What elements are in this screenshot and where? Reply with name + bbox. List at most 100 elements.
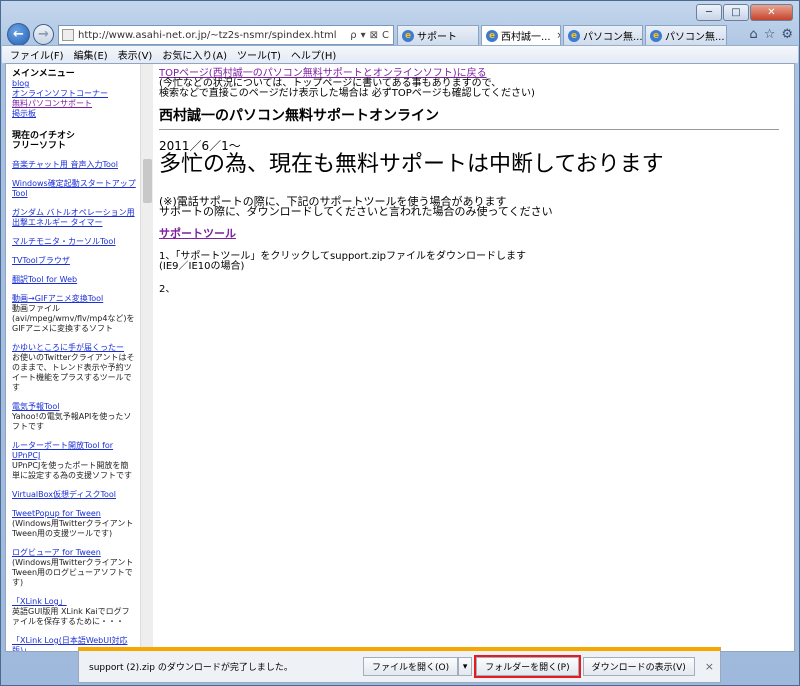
tab-2[interactable]: e西村誠一... × [481, 25, 561, 45]
pick-subtitle: フリーソフト [12, 141, 67, 151]
tab-close-icon[interactable]: × [557, 31, 560, 41]
step-1-note: (IE9／IE10の場合) [159, 261, 245, 272]
tab-label: パソコン無... [665, 32, 725, 43]
sidebar-item-desc: UPnPCJを使ったポート開放を簡単に設定する為の支援ソフトです [12, 461, 132, 480]
support-tool-link[interactable]: サポートツール [159, 228, 779, 239]
sidebar-item-link[interactable]: 翻訳Tool for Web [12, 275, 136, 285]
settings-icon[interactable]: ⚙ [781, 27, 793, 42]
sidebar-item-link[interactable]: 音楽チャット用 音声入力Tool [12, 160, 136, 170]
search-icon[interactable]: ρ [350, 30, 356, 41]
menu-favorites[interactable]: お気に入り(A) [162, 47, 227, 62]
open-folder-button[interactable]: フォルダーを開く(P) [474, 655, 581, 678]
window-controls: ─ □ ✕ [696, 4, 793, 21]
sidebar-link-support[interactable]: 無料パソコンサポート [12, 99, 136, 109]
main-menu-title: メインメニュー [12, 69, 75, 79]
maximize-button[interactable]: □ [723, 4, 749, 21]
sidebar-link-blog[interactable]: blog [12, 79, 136, 89]
tab-label: 西村誠一... [501, 32, 551, 43]
sidebar-item: 電気予報Tool Yahoo!の電気予報APIを使ったソフトです [12, 402, 136, 432]
sidebar-item-link[interactable]: かゆいところに手が届くったー [12, 343, 136, 353]
step-1: 1、「サポートツール」をクリックしてsupport.zipファイルをダウンロード… [159, 251, 527, 262]
sidebar-item-link[interactable]: VirtualBox仮想ディスクTool [12, 490, 136, 500]
menu-help[interactable]: ヘルプ(H) [291, 47, 336, 62]
step-2: 2、 [159, 284, 176, 295]
download-message: support (2).zip のダウンロードが完了しました。 [89, 663, 293, 673]
sidebar-item: TweetPopup for Tween (Windows用Twitterクライア… [12, 509, 136, 539]
page-icon [62, 29, 74, 41]
favorites-icon[interactable]: ☆ [764, 27, 776, 42]
sidebar: メインメニュー blog オンラインソフトコーナー 無料パソコンサポート 掲示板… [6, 64, 139, 651]
sidebar-item-link[interactable]: ルーターポート開放Tool for UPnPCJ [12, 441, 136, 461]
menu-tools[interactable]: ツール(T) [237, 47, 281, 62]
page-content: メインメニュー blog オンラインソフトコーナー 無料パソコンサポート 掲示板… [5, 63, 795, 652]
url-text[interactable]: http://www.asahi-net.or.jp/~tz2s-nsmr/sp… [78, 30, 350, 41]
sidebar-item: ガンダム バトルオペレーション用 出撃エネルギー タイマー [12, 208, 136, 228]
tab-strip: eサポート e西村誠一...× eパソコン無... eパソコン無... [397, 25, 727, 45]
toolbar-right: ⌂ ☆ ⚙ [749, 27, 793, 42]
sidebar-item-link[interactable]: TVToolブラウザ [12, 256, 136, 266]
sidebar-scrollbar[interactable] [140, 64, 153, 651]
menu-edit[interactable]: 編集(E) [74, 47, 108, 62]
note-line-2: サポートの際に、ダウンロードしてくださいと言われた場合のみ使ってください [159, 205, 553, 218]
sidebar-item: 翻訳Tool for Web [12, 275, 136, 285]
browser-window: ─ □ ✕ ← → http://www.asahi-net.or.jp/~tz… [0, 0, 800, 686]
sidebar-item-link[interactable]: ログビューア for Tween [12, 548, 136, 558]
tab-label: パソコン無... [583, 32, 643, 43]
sidebar-item: かゆいところに手が届くったー お使いのTwitterクライアントはそのままで、トレ… [12, 343, 136, 393]
sidebar-item: Windows確定起動スタートアップTool [12, 179, 136, 199]
sidebar-link-bbs[interactable]: 掲示板 [12, 109, 136, 119]
notice-date: 2011／6／1～ [159, 139, 241, 153]
main-content: TOPページ(西村誠一のパソコン無料サポートとオンラインソフト)に戻る (今忙な… [159, 69, 779, 295]
forward-button[interactable]: → [33, 24, 54, 45]
sidebar-item: マルチモニタ・カーソルTool [12, 237, 136, 247]
tab-1[interactable]: e サポート [397, 25, 479, 45]
sidebar-item: 「XLink Log」 英語GUI版用 XLink Kaiでログファイルを保存する… [12, 597, 136, 627]
page-title: 西村誠一のパソコン無料サポートオンライン [159, 109, 779, 130]
sidebar-item: 動画→GIFアニメ変換Tool 動画ファイル(avi/mpeg/wmv/flv/m… [12, 294, 136, 334]
sidebar-item: 音楽チャット用 音声入力Tool [12, 160, 136, 170]
notice-headline: 多忙の為、現在も無料サポートは中断しております [159, 152, 664, 177]
sidebar-item-link[interactable]: マルチモニタ・カーソルTool [12, 237, 136, 247]
view-downloads-button[interactable]: ダウンロードの表示(V) [582, 657, 695, 676]
sidebar-item-link[interactable]: TweetPopup for Tween [12, 509, 136, 519]
menu-view[interactable]: 表示(V) [118, 47, 153, 62]
tab-label: サポート [417, 32, 457, 43]
sidebar-item-desc: Yahoo!の電気予報APIを使ったソフトです [12, 412, 132, 431]
close-button[interactable]: ✕ [750, 4, 793, 21]
sidebar-item-desc: お使いのTwitterクライアントはそのままで、トレンド表示や予約ツイート機能を… [12, 353, 135, 392]
sidebar-item-link[interactable]: 電気予報Tool [12, 402, 136, 412]
sidebar-item-desc: (Windows用Twitterクライアント Tween用のログビューアソフトで… [12, 558, 134, 587]
ie-icon: e [486, 29, 498, 42]
tab-4[interactable]: e パソコン無... [645, 25, 727, 45]
sidebar-link-software[interactable]: オンラインソフトコーナー [12, 89, 136, 99]
sidebar-item-desc: 動画ファイル(avi/mpeg/wmv/flv/mp4など)をGIFアニメに変換… [12, 304, 135, 333]
sidebar-item-link[interactable]: ガンダム バトルオペレーション用 出撃エネルギー タイマー [12, 208, 136, 228]
close-notification-icon[interactable]: × [705, 660, 714, 673]
open-options-dropdown[interactable]: ▾ [458, 657, 473, 676]
tab-3[interactable]: e パソコン無... [563, 25, 643, 45]
back-button[interactable]: ← [7, 23, 30, 46]
ie-icon: e [568, 29, 580, 42]
minimize-button[interactable]: ─ [696, 4, 722, 21]
download-notification-bar: support (2).zip のダウンロードが完了しました。 ファイルを開く(… [78, 647, 721, 683]
pick-title: 現在のイチオシ [12, 131, 76, 141]
sidebar-item-link[interactable]: Windows確定起動スタートアップTool [12, 179, 136, 199]
menu-bar: ファイル(F) 編集(E) 表示(V) お気に入り(A) ツール(T) ヘルプ(… [2, 45, 798, 63]
compat-icon[interactable]: ⊠ [370, 30, 378, 41]
sidebar-item-link[interactable]: 「XLink Log」 [12, 597, 136, 607]
sidebar-item-desc: (Windows用Twitterクライアント Tween用の支援ツールです) [12, 519, 134, 538]
address-bar[interactable]: http://www.asahi-net.or.jp/~tz2s-nsmr/sp… [58, 25, 394, 45]
menu-file[interactable]: ファイル(F) [10, 47, 64, 62]
sidebar-item-desc: 英語GUI版用 XLink Kaiでログファイルを保存するために・・・ [12, 607, 130, 626]
dropdown-icon[interactable]: ▾ [361, 30, 366, 41]
sidebar-item: ログビューア for Tween (Windows用Twitterクライアント T… [12, 548, 136, 588]
open-file-button[interactable]: ファイルを開く(O) [363, 657, 459, 676]
sidebar-item-link[interactable]: 動画→GIFアニメ変換Tool [12, 294, 136, 304]
top-note-2: 検索などで直接このページだけ表示した場合は 必ずTOPページも確認してください) [159, 88, 535, 99]
sidebar-item: ルーターポート開放Tool for UPnPCJ UPnPCJを使ったポート開放を… [12, 441, 136, 481]
scrollbar-thumb[interactable] [143, 159, 152, 203]
sidebar-item: TVToolブラウザ [12, 256, 136, 266]
refresh-icon[interactable]: C [382, 30, 389, 41]
home-icon[interactable]: ⌂ [749, 27, 757, 42]
ie-icon: e [650, 29, 662, 42]
